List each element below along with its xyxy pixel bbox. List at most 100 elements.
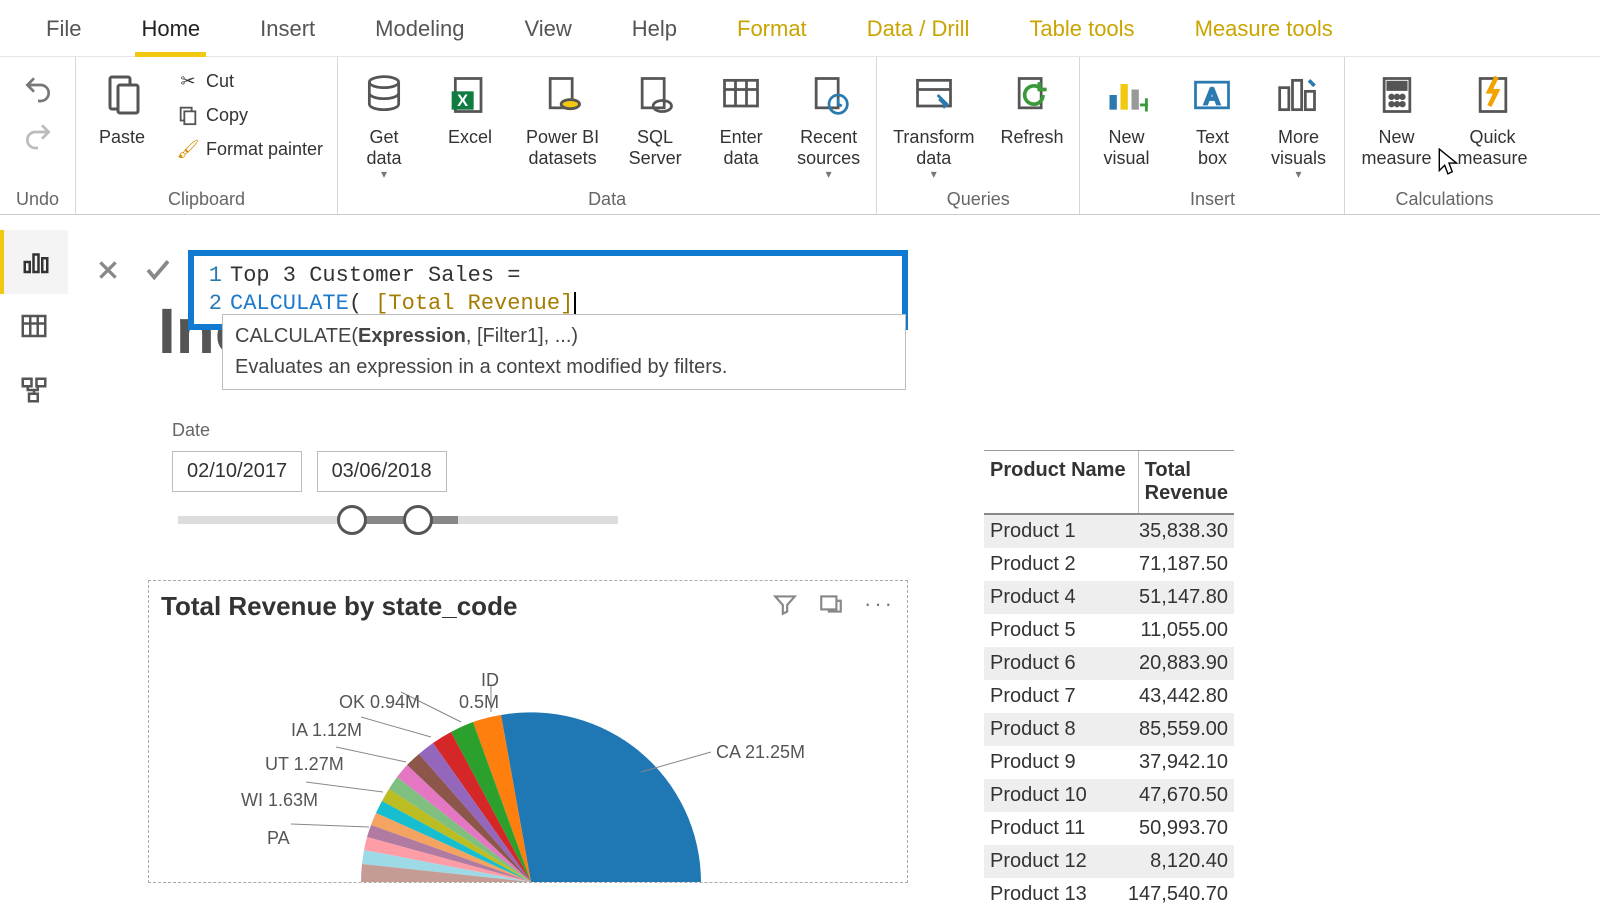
table-row[interactable]: Product 1150,993.70 — [984, 812, 1234, 845]
enter-data-button[interactable]: Enter data — [705, 63, 777, 168]
table-visual[interactable]: Product Name Total Revenue Product 135,8… — [984, 450, 1234, 911]
date-slicer[interactable]: Date 02/10/2017 03/06/2018 — [172, 420, 618, 524]
copy-button[interactable]: Copy — [172, 101, 327, 129]
tab-home[interactable]: Home — [135, 10, 206, 56]
table-row[interactable]: Product 620,883.90 — [984, 647, 1234, 680]
paste-button[interactable]: Paste — [86, 63, 158, 148]
col-product[interactable]: Product Name — [984, 451, 1139, 513]
date-from-input[interactable]: 02/10/2017 — [172, 451, 302, 492]
tab-help[interactable]: Help — [626, 10, 683, 56]
excel-icon: X — [442, 67, 498, 123]
cell-product: Product 6 — [984, 647, 1133, 680]
cut-button[interactable]: ✂Cut — [172, 67, 327, 95]
dax-text: Top 3 Customer Sales = — [230, 262, 520, 290]
get-data-button[interactable]: Get data▾ — [348, 63, 420, 182]
recent-icon — [801, 67, 857, 123]
pie-label-id-val: 0.5M — [459, 692, 499, 713]
svg-text:+: + — [1139, 91, 1148, 117]
table-row[interactable]: Product 743,442.80 — [984, 680, 1234, 713]
focus-mode-icon[interactable] — [818, 591, 844, 622]
model-view-button[interactable] — [0, 358, 68, 422]
transform-data-button[interactable]: Transform data▾ — [887, 63, 980, 182]
text-box-button[interactable]: AText box — [1176, 63, 1248, 168]
group-undo-label: Undo — [10, 187, 65, 210]
tab-measure-tools[interactable]: Measure tools — [1189, 10, 1339, 56]
chart-icon: + — [1098, 67, 1154, 123]
data-view-button[interactable] — [0, 294, 68, 358]
formula-commit-button[interactable] — [138, 250, 178, 290]
quick-measure-button[interactable]: Quick measure — [1452, 63, 1534, 168]
recent-sources-button[interactable]: Recent sources▾ — [791, 63, 866, 182]
tab-modeling[interactable]: Modeling — [369, 10, 470, 56]
table-row[interactable]: Product 937,942.10 — [984, 746, 1234, 779]
table-row[interactable]: Product 128,120.40 — [984, 845, 1234, 878]
tab-view[interactable]: View — [518, 10, 577, 56]
filter-icon[interactable] — [772, 591, 798, 622]
database-icon — [356, 67, 412, 123]
pie-visual[interactable]: Total Revenue by state_code ··· — [148, 580, 908, 883]
chevron-down-icon: ▾ — [931, 168, 937, 182]
cell-revenue: 37,942.10 — [1133, 746, 1234, 779]
group-clipboard-label: Clipboard — [86, 187, 327, 210]
cell-product: Product 7 — [984, 680, 1133, 713]
table-row[interactable]: Product 271,187.50 — [984, 548, 1234, 581]
table-row[interactable]: Product 1047,670.50 — [984, 779, 1234, 812]
tab-table-tools[interactable]: Table tools — [1023, 10, 1140, 56]
sql-server-button[interactable]: SQL Server — [619, 63, 691, 168]
more-options-icon[interactable]: ··· — [864, 591, 895, 622]
cell-revenue: 85,559.00 — [1133, 713, 1234, 746]
mouse-cursor — [1438, 148, 1460, 181]
slider-handle-from[interactable] — [337, 505, 367, 535]
cell-revenue: 147,540.70 — [1122, 878, 1234, 911]
svg-text:A: A — [1205, 84, 1220, 109]
refresh-button[interactable]: Refresh — [994, 63, 1069, 148]
ribbon-tabs: File Home Insert Modeling View Help Form… — [0, 0, 1600, 57]
chevron-down-icon: ▾ — [826, 168, 832, 182]
new-measure-button[interactable]: New measure — [1355, 63, 1437, 168]
tab-data-drill[interactable]: Data / Drill — [861, 10, 976, 56]
cell-revenue: 43,442.80 — [1133, 680, 1234, 713]
table-row[interactable]: Product 885,559.00 — [984, 713, 1234, 746]
more-visuals-button[interactable]: More visuals▾ — [1262, 63, 1334, 182]
transform-icon — [906, 67, 962, 123]
cell-revenue: 35,838.30 — [1133, 515, 1234, 548]
tab-insert[interactable]: Insert — [254, 10, 321, 56]
col-revenue[interactable]: Total Revenue — [1139, 451, 1234, 513]
redo-icon[interactable] — [22, 120, 54, 157]
tab-format[interactable]: Format — [731, 10, 813, 56]
pie-label-ia: IA 1.12M — [291, 720, 362, 741]
slider-track[interactable] — [178, 516, 618, 524]
text-cursor — [574, 292, 576, 314]
sql-icon — [627, 67, 683, 123]
table-header: Product Name Total Revenue — [984, 451, 1234, 515]
chevron-down-icon: ▾ — [1295, 168, 1301, 182]
quick-measure-icon — [1465, 67, 1521, 123]
formula-cancel-button[interactable] — [88, 250, 128, 290]
table-row[interactable]: Product 135,838.30 — [984, 515, 1234, 548]
pbi-datasets-button[interactable]: Power BI datasets — [520, 63, 605, 168]
pie-label-ut: UT 1.27M — [265, 754, 344, 775]
new-visual-button[interactable]: +New visual — [1090, 63, 1162, 168]
formula-bar: 1 Top 3 Customer Sales = 2 CALCULATE( [T… — [88, 250, 908, 330]
visuals-icon — [1270, 67, 1326, 123]
table-row[interactable]: Product 451,147.80 — [984, 581, 1234, 614]
group-calc-label: Calculations — [1355, 187, 1533, 210]
cell-product: Product 13 — [984, 878, 1122, 911]
cell-product: Product 1 — [984, 515, 1133, 548]
view-switcher — [0, 230, 68, 422]
format-painter-button[interactable]: 🖌Format painter — [172, 135, 327, 163]
excel-button[interactable]: XExcel — [434, 63, 506, 148]
undo-icon[interactable] — [22, 73, 54, 110]
date-to-input[interactable]: 03/06/2018 — [317, 451, 447, 492]
tab-file[interactable]: File — [40, 10, 87, 56]
pie-label-ca: CA 21.25M — [716, 742, 805, 763]
paste-icon — [94, 67, 150, 123]
chevron-down-icon: ▾ — [381, 168, 387, 182]
table-row[interactable]: Product 13147,540.70 — [984, 878, 1234, 911]
slider-handle-to[interactable] — [403, 505, 433, 535]
table-row[interactable]: Product 511,055.00 — [984, 614, 1234, 647]
report-view-button[interactable] — [0, 230, 68, 294]
cell-revenue: 11,055.00 — [1135, 614, 1235, 647]
cell-revenue: 51,147.80 — [1133, 581, 1234, 614]
dax-editor[interactable]: 1 Top 3 Customer Sales = 2 CALCULATE( [T… — [188, 250, 908, 330]
